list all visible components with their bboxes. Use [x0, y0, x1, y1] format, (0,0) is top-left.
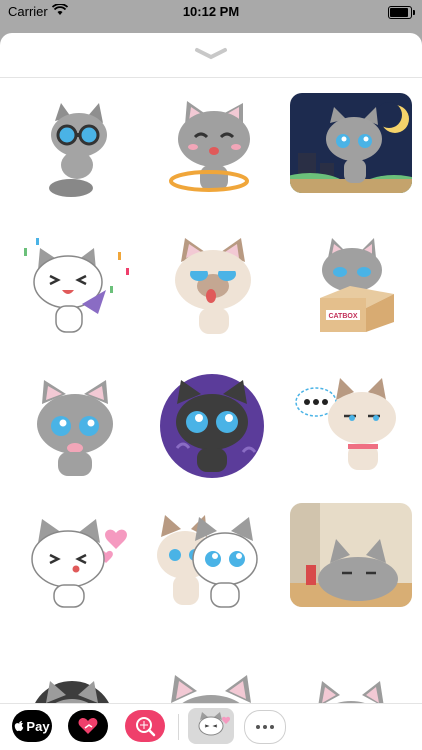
box-label: CATBOX: [328, 313, 357, 320]
status-bar: Carrier 10:12 PM: [0, 0, 422, 26]
sheet-header: [0, 33, 422, 78]
sticker-cat-partial-1[interactable]: [14, 663, 136, 703]
sticker-cat-pair[interactable]: [151, 503, 273, 625]
sticker-grid: CATBOX: [0, 78, 422, 703]
sticker-cat-blowing-hearts[interactable]: [14, 503, 136, 625]
apple-pay-icon[interactable]: Pay: [12, 710, 52, 742]
sticker-cat-dark-swirl[interactable]: [151, 368, 273, 490]
battery-icon: [388, 6, 415, 19]
sticker-sheet: CATBOX Pay: [0, 33, 422, 750]
app-drawer: Pay: [0, 703, 422, 750]
sticker-cat-teary-eyes[interactable]: [14, 368, 136, 490]
sticker-cat-night-moon[interactable]: [290, 93, 412, 215]
chevron-down-icon[interactable]: [193, 46, 229, 62]
sticker-cat-partial-2[interactable]: [151, 663, 273, 703]
more-icon[interactable]: [244, 710, 286, 744]
sticker-cat-thinking-dots[interactable]: [290, 368, 412, 490]
sticker-cat-hula-hoop[interactable]: [151, 93, 273, 215]
sticker-cat-goggles[interactable]: [19, 93, 141, 215]
sticker-cat-partial-3[interactable]: [290, 663, 412, 703]
drawer-divider: [178, 714, 179, 740]
sticker-cat-in-box[interactable]: CATBOX: [290, 228, 412, 350]
sticker-cat-lying-room[interactable]: [290, 503, 412, 625]
heart-app-icon[interactable]: [68, 710, 108, 742]
status-time: 10:12 PM: [182, 4, 240, 19]
sticker-cat-tongue-out[interactable]: [151, 228, 273, 350]
apple-logo-icon: [15, 721, 24, 732]
search-app-icon[interactable]: [125, 710, 165, 742]
apple-pay-label: Pay: [26, 718, 50, 734]
sticker-cat-party-popper[interactable]: [14, 228, 136, 350]
current-sticker-app-icon[interactable]: [188, 708, 234, 744]
